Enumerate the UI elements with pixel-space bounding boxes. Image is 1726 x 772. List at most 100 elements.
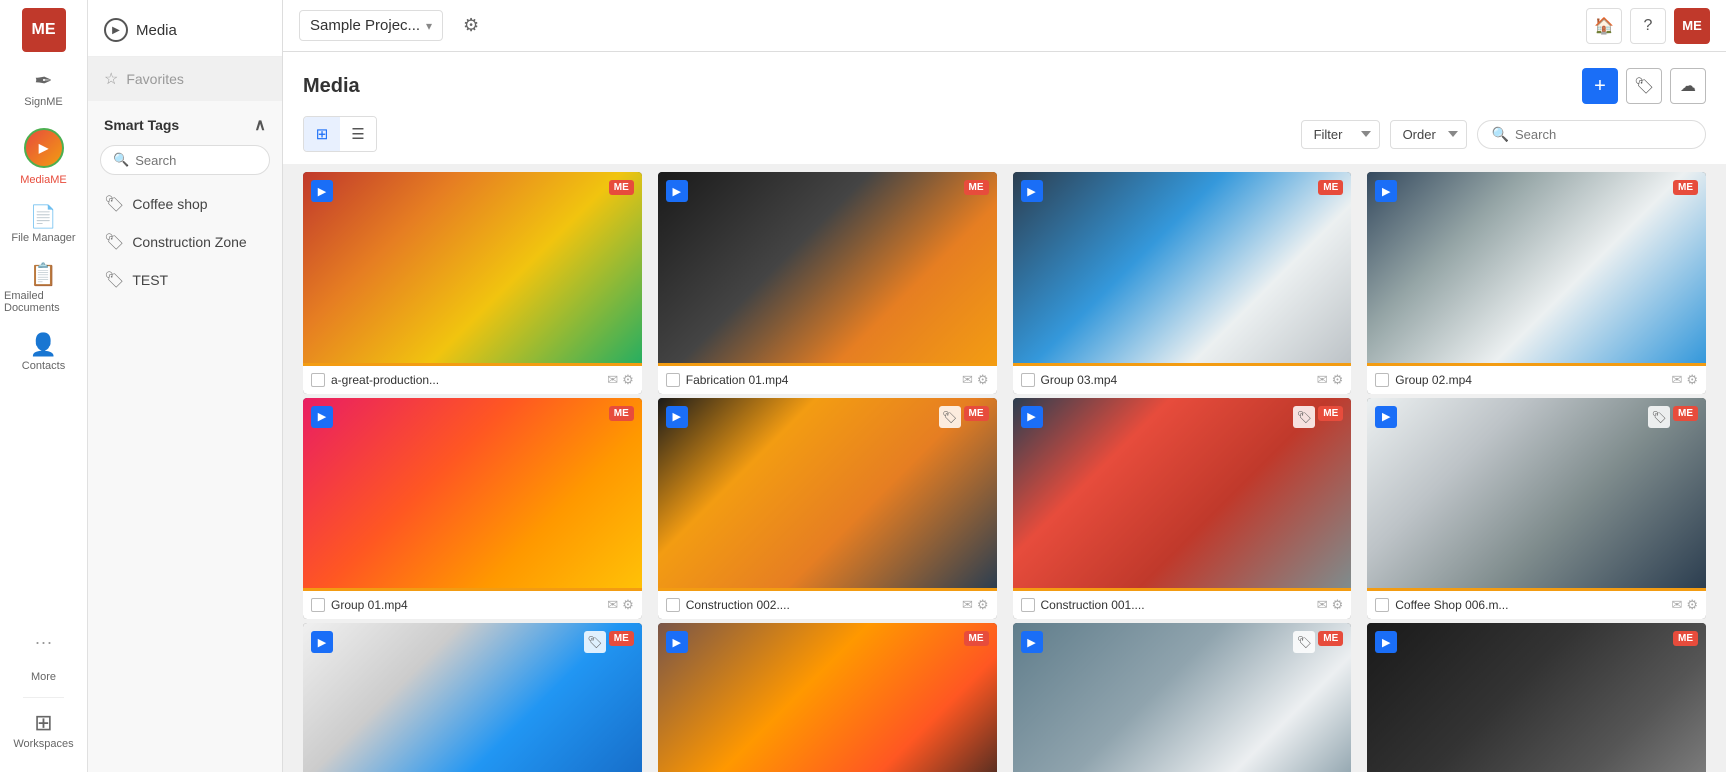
media-card-7[interactable]: ▶ 🏷 ME Construction 001.... ✉ ⚙ — [1013, 398, 1352, 620]
email-action-icon[interactable]: ✉ — [607, 597, 618, 613]
help-button[interactable]: ? — [1630, 8, 1666, 44]
card-checkbox-1[interactable] — [311, 373, 325, 387]
media-card-9[interactable]: ▶ 🏷 ME — [303, 623, 642, 772]
settings-action-icon[interactable]: ⚙ — [1332, 372, 1344, 388]
card-footer-6: Construction 002.... ✉ ⚙ — [658, 588, 997, 619]
email-action-icon[interactable]: ✉ — [962, 597, 973, 613]
me-badge: ME — [964, 631, 989, 646]
signme-label: SignME — [24, 96, 63, 108]
media-card-12[interactable]: ▶ ME — [1367, 623, 1706, 772]
media-card-11[interactable]: ▶ 🏷 ME — [1013, 623, 1352, 772]
card-checkbox-3[interactable] — [1021, 373, 1035, 387]
me-badge: ME — [609, 180, 634, 195]
media-search-bar[interactable]: 🔍 — [1477, 120, 1706, 149]
home-button[interactable]: 🏠 — [1586, 8, 1622, 44]
chevron-up-icon[interactable]: ∧ — [254, 115, 266, 135]
card-checkbox-5[interactable] — [311, 598, 325, 612]
email-action-icon[interactable]: ✉ — [962, 372, 973, 388]
nav-more-button[interactable]: ··· — [35, 624, 53, 661]
tag-construction-zone[interactable]: 🏷 Construction Zone — [88, 223, 282, 261]
nav-bottom: ··· More ⊞ Workspaces — [9, 624, 77, 772]
media-card-6[interactable]: ▶ 🏷 ME Construction 002.... ✉ ⚙ — [658, 398, 997, 620]
favorites-row[interactable]: ☆ Favorites — [88, 57, 282, 101]
card-checkbox-6[interactable] — [666, 598, 680, 612]
media-card-10[interactable]: ▶ ME — [658, 623, 997, 772]
content-header: Media + 🏷 ☁ — [283, 52, 1726, 116]
list-view-button[interactable]: ☰ — [340, 117, 376, 151]
media-card-3[interactable]: ▶ ME Group 03.mp4 ✉ ⚙ — [1013, 172, 1352, 394]
settings-action-icon[interactable]: ⚙ — [977, 597, 989, 613]
card-actions-2: ✉ ⚙ — [962, 372, 989, 388]
user-avatar[interactable]: ME — [1674, 8, 1710, 44]
filter-dropdown[interactable]: Filter All Video Image — [1301, 120, 1380, 149]
media-card-8[interactable]: ▶ 🏷 ME Coffee Shop 006.m... ✉ ⚙ — [1367, 398, 1706, 620]
email-action-icon[interactable]: ✉ — [607, 372, 618, 388]
toolbar: ⊞ ☰ Filter All Video Image Order Name Da… — [283, 116, 1726, 164]
app-logo[interactable]: ME — [22, 8, 66, 52]
settings-button[interactable]: ⚙ — [455, 10, 487, 42]
sidebar-media-header[interactable]: ▶ Media — [88, 0, 282, 57]
filemanager-label: File Manager — [11, 232, 75, 244]
person-icon: 👤 — [30, 334, 57, 356]
email-action-icon[interactable]: ✉ — [1671, 372, 1682, 388]
settings-action-icon[interactable]: ⚙ — [622, 372, 634, 388]
tags-search-input[interactable] — [135, 153, 257, 168]
card-footer-4: Group 02.mp4 ✉ ⚙ — [1367, 363, 1706, 394]
email-action-icon[interactable]: ✉ — [1317, 597, 1328, 613]
project-name: Sample Projec... — [310, 17, 420, 34]
sidebar-item-signme[interactable]: ✒ SignME — [0, 60, 87, 118]
settings-action-icon[interactable]: ⚙ — [1332, 597, 1344, 613]
sidebar-item-emaileddocs[interactable]: 📋 Emailed Documents — [0, 254, 87, 324]
star-icon: ☆ — [104, 69, 118, 89]
media-card-2[interactable]: ▶ ME Fabrication 01.mp4 ✉ ⚙ — [658, 172, 997, 394]
add-media-button[interactable]: + — [1582, 68, 1618, 104]
settings-action-icon[interactable]: ⚙ — [1686, 597, 1698, 613]
email-action-icon[interactable]: ✉ — [1671, 597, 1682, 613]
card-footer-5: Group 01.mp4 ✉ ⚙ — [303, 588, 642, 619]
sidebar-item-workspaces[interactable]: ⊞ Workspaces — [9, 702, 77, 760]
tag-test[interactable]: 🏷 TEST — [88, 261, 282, 299]
me-badge: ME — [1673, 631, 1698, 646]
sidebar-item-mediame[interactable]: ▶ MediaME — [0, 118, 87, 196]
favorites-label: Favorites — [126, 71, 184, 87]
tag-badge: 🏷 — [1648, 406, 1670, 428]
card-checkbox-8[interactable] — [1375, 598, 1389, 612]
card-name-6: Construction 002.... — [686, 598, 956, 612]
card-footer-2: Fabrication 01.mp4 ✉ ⚙ — [658, 363, 997, 394]
tag-badge: 🏷 — [1293, 631, 1315, 653]
card-actions-6: ✉ ⚙ — [962, 597, 989, 613]
media-grid-row-1: ▶ ME a-great-production... ✉ ⚙ ▶ ME — [303, 172, 1706, 394]
media-search-input[interactable] — [1515, 127, 1691, 142]
media-thumbnail-12: ▶ ME — [1367, 623, 1706, 772]
settings-action-icon[interactable]: ⚙ — [977, 372, 989, 388]
card-actions-7: ✉ ⚙ — [1317, 597, 1344, 613]
tags-search-bar[interactable]: 🔍 — [100, 145, 270, 175]
sidebar-item-contacts[interactable]: 👤 Contacts — [0, 324, 87, 382]
search-icon: 🔍 — [113, 152, 129, 168]
me-badge: ME — [964, 406, 989, 421]
card-checkbox-4[interactable] — [1375, 373, 1389, 387]
media-card-1[interactable]: ▶ ME a-great-production... ✉ ⚙ — [303, 172, 642, 394]
card-name-5: Group 01.mp4 — [331, 598, 601, 612]
card-name-7: Construction 001.... — [1041, 598, 1311, 612]
tag-coffee-shop[interactable]: 🏷 Coffee shop — [88, 185, 282, 223]
nav-more-label[interactable]: More — [9, 661, 77, 693]
email-action-icon[interactable]: ✉ — [1317, 372, 1328, 388]
media-card-5[interactable]: ▶ ME Group 01.mp4 ✉ ⚙ — [303, 398, 642, 620]
sidebar-item-filemanager[interactable]: 📄 File Manager — [0, 196, 87, 254]
sidebar-media-label: Media — [136, 22, 177, 39]
card-checkbox-2[interactable] — [666, 373, 680, 387]
settings-action-icon[interactable]: ⚙ — [622, 597, 634, 613]
media-grid-row-2: ▶ ME Group 01.mp4 ✉ ⚙ ▶ 🏷 ME — [303, 398, 1706, 620]
project-selector[interactable]: Sample Projec... ▾ — [299, 10, 443, 41]
grid-view-button[interactable]: ⊞ — [304, 117, 340, 151]
tag-action-button[interactable]: 🏷 — [1626, 68, 1662, 104]
order-dropdown[interactable]: Order Name Date Size — [1390, 120, 1467, 149]
media-card-4[interactable]: ▶ ME Group 02.mp4 ✉ ⚙ — [1367, 172, 1706, 394]
cloud-button[interactable]: ☁ — [1670, 68, 1706, 104]
me-badge: ME — [1673, 406, 1698, 421]
tag-icon: 🏷 — [104, 270, 124, 290]
settings-action-icon[interactable]: ⚙ — [1686, 372, 1698, 388]
card-checkbox-7[interactable] — [1021, 598, 1035, 612]
me-badge: ME — [609, 631, 634, 646]
